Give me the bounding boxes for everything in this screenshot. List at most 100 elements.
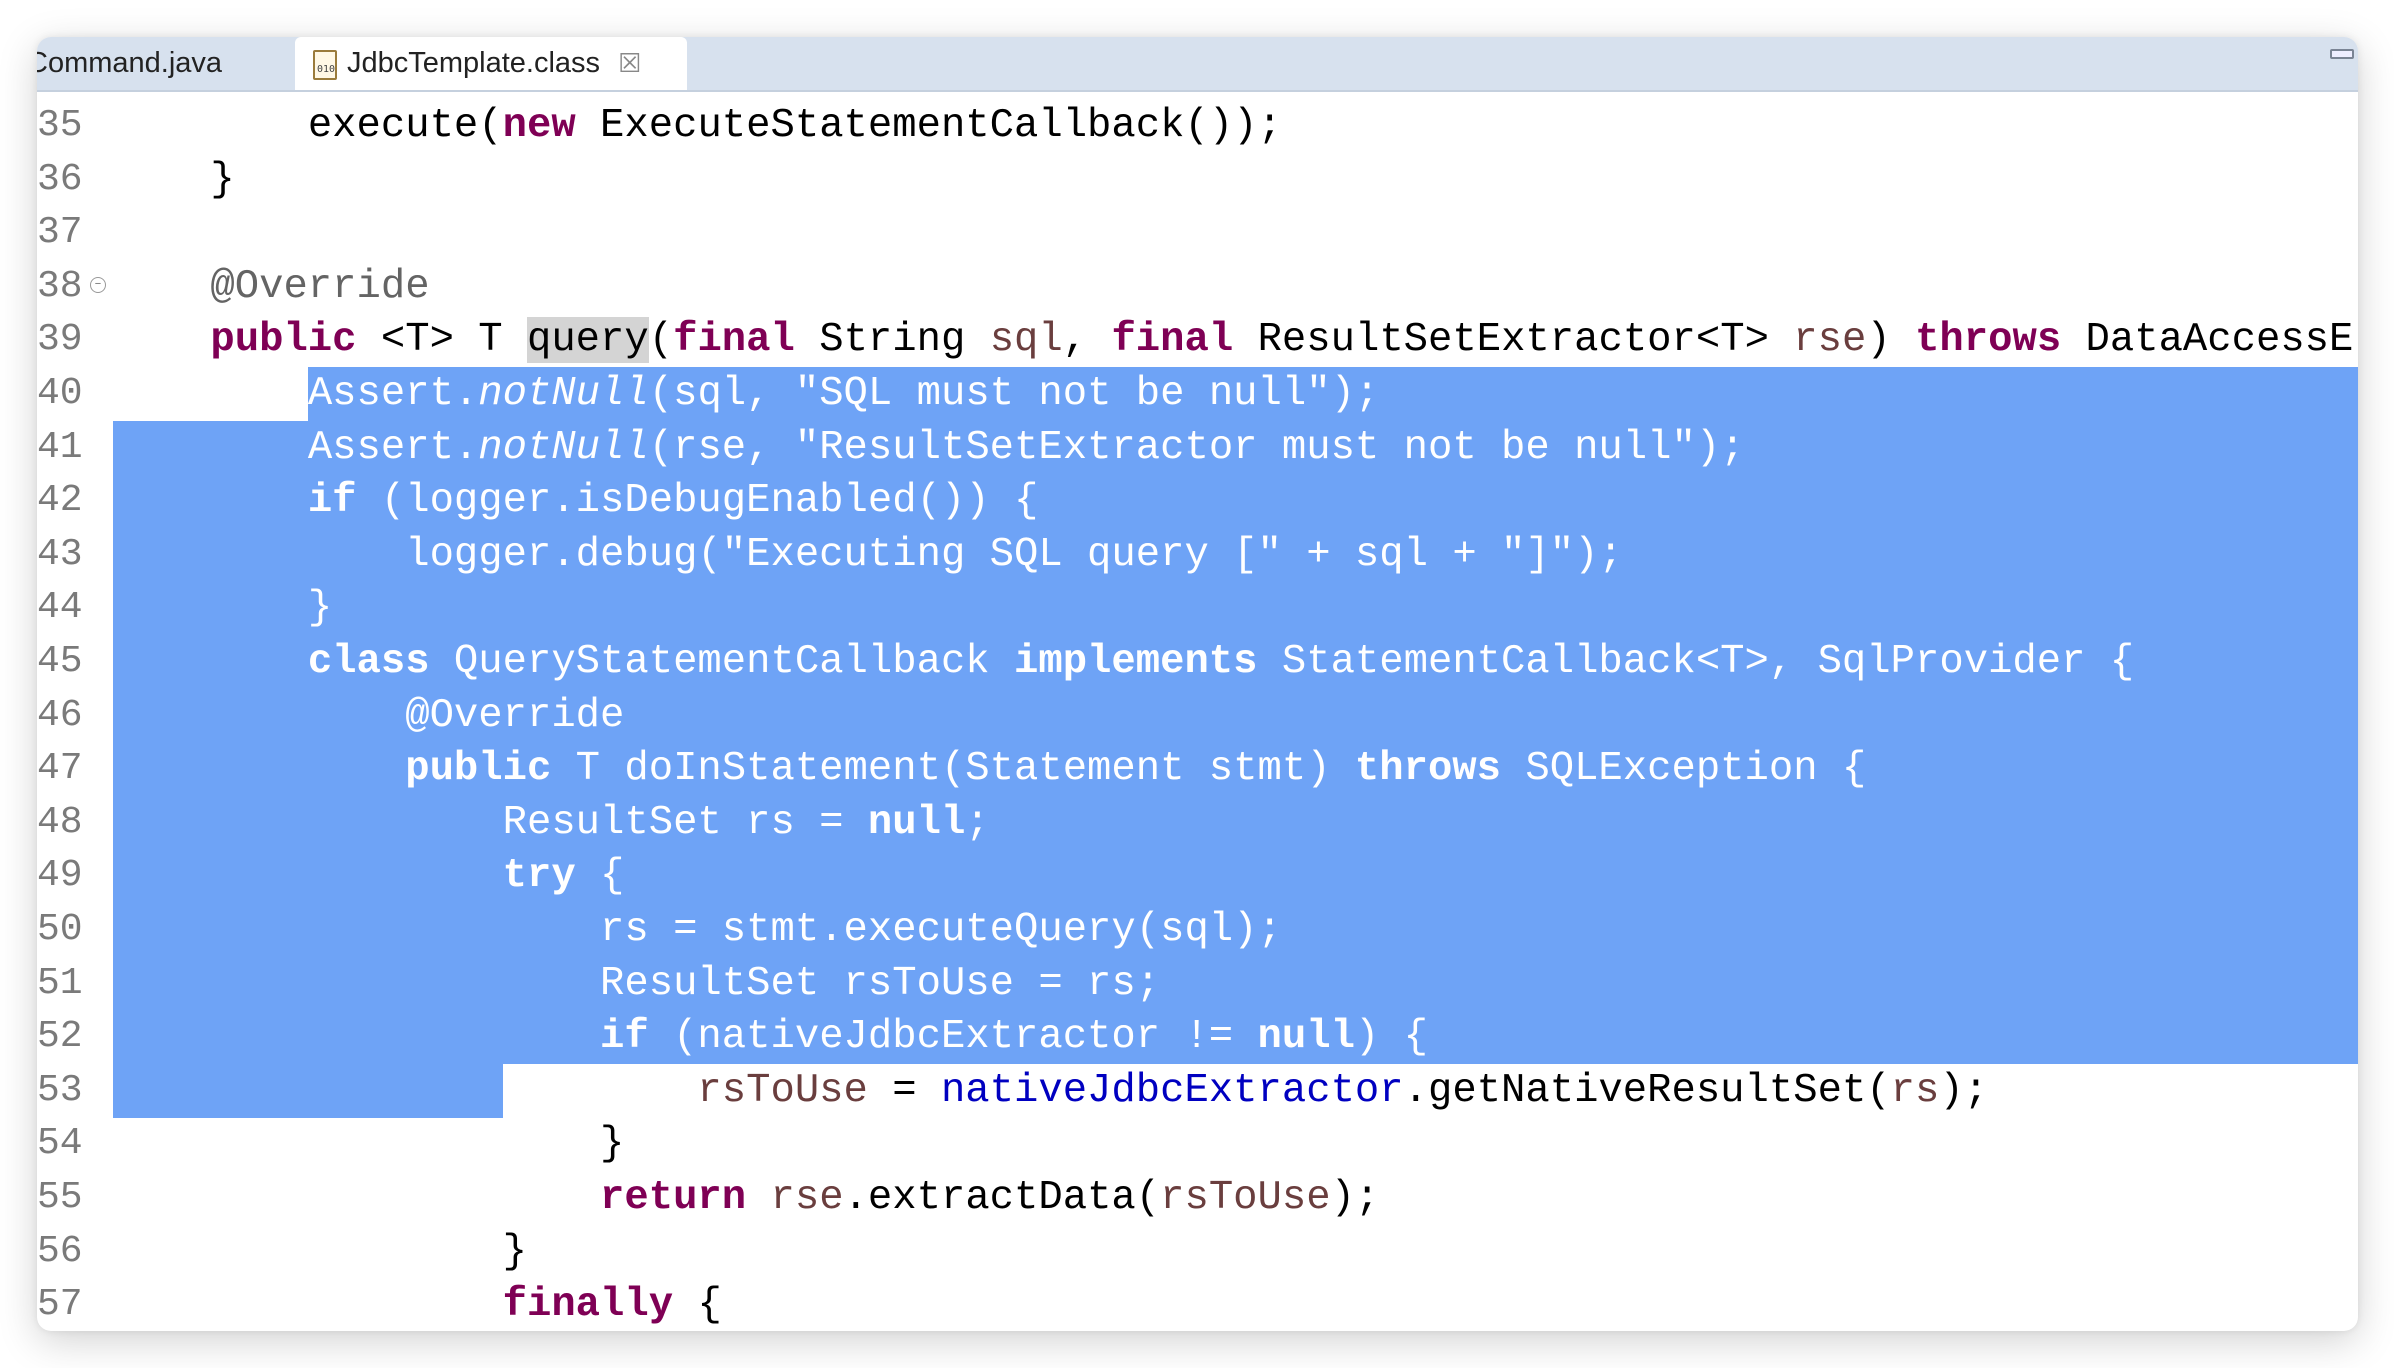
code-line[interactable]: 55 return rse.extractData(rsToUse); (37, 1171, 2358, 1225)
code-text: @Override (113, 689, 624, 743)
code-token: (sql, (648, 371, 795, 417)
code-text: @Override (113, 260, 430, 314)
code-text: logger.debug("Executing SQL query [" + s… (113, 528, 1623, 582)
tab-command-java[interactable]: Command.java (37, 37, 295, 90)
code-line[interactable]: 40 Assert.notNull(sql, "SQL must not be … (37, 367, 2358, 421)
code-token: = (867, 1067, 941, 1114)
code-token: ResultSetExtractor<T> (1233, 317, 1794, 364)
code-line[interactable]: 46 @Override (37, 688, 2358, 743)
code-line[interactable]: 38− @Override (37, 260, 2358, 314)
code-token: logger.debug( (405, 531, 722, 578)
code-token: rse (1793, 317, 1867, 364)
close-icon[interactable]: ☒ (618, 48, 641, 79)
code-line[interactable]: 53 rsToUse = nativeJdbcExtractor.getNati… (37, 1063, 2358, 1118)
code-token: ResultSet rs = (502, 799, 868, 846)
code-line[interactable]: 48 ResultSet rs = null; (37, 795, 2358, 850)
code-line[interactable]: 54 } (37, 1117, 2358, 1171)
code-line[interactable]: 49 try { (37, 849, 2358, 904)
code-token: (rse, (648, 424, 795, 471)
line-number: 47 (37, 747, 83, 791)
code-token: null (867, 799, 966, 846)
editor-tab-bar: Command.java 010 JdbcTemplate.class ☒ (37, 37, 2358, 92)
code-token: } (307, 585, 333, 632)
code-text: ResultSet rs = null; (113, 796, 990, 850)
code-line[interactable]: 37 (37, 206, 2358, 260)
class-file-icon: 010 (309, 48, 339, 80)
tab-jdbctemplate-class[interactable]: 010 JdbcTemplate.class ☒ (295, 37, 687, 90)
line-number: 48 (37, 800, 83, 844)
code-text: if (nativeJdbcExtractor != null) { (113, 1010, 1428, 1064)
code-token: { (673, 1282, 722, 1329)
code-token: + sql + (1281, 531, 1502, 578)
line-number: 55 (37, 1176, 83, 1219)
code-line[interactable]: 56 } (37, 1225, 2358, 1279)
line-number: 42 (37, 479, 83, 523)
line-number: 56 (37, 1229, 83, 1273)
code-line[interactable]: 47 public T doInStatement(Statement stmt… (37, 742, 2358, 797)
code-token: "ResultSetExtractor must not be null" (794, 424, 1696, 471)
code-line[interactable]: 36 } (37, 153, 2358, 207)
code-token: "]" (1501, 531, 1575, 578)
code-token: nativeJdbcExtractor (940, 1067, 1404, 1114)
code-token: Assert. (307, 371, 479, 417)
code-token: String (794, 317, 990, 364)
code-line[interactable]: 41 Assert.notNull(rse, "ResultSetExtract… (37, 420, 2358, 475)
code-text: } (113, 1117, 624, 1171)
line-number: 38 (37, 264, 83, 308)
code-editor[interactable]: 35 execute(new ExecuteStatementCallback(… (37, 92, 2358, 1331)
code-text: rs = stmt.executeQuery(sql); (113, 903, 1282, 957)
code-line[interactable]: 42 if (logger.isDebugEnabled()) { (37, 474, 2358, 529)
code-token: new (502, 103, 576, 149)
code-text: } (113, 153, 234, 207)
fold-collapse-icon[interactable]: − (90, 276, 106, 293)
code-line[interactable]: 43 logger.debug("Executing SQL query [" … (37, 527, 2358, 582)
code-token: ); (1695, 424, 1745, 471)
code-token: null (1257, 1014, 1355, 1061)
code-token: notNull (478, 424, 649, 471)
code-line[interactable]: 51 ResultSet rsToUse = rs; (37, 956, 2358, 1011)
line-number: 44 (37, 586, 83, 630)
code-token: DataAccessE (2061, 317, 2354, 364)
code-token: .extractData( (843, 1175, 1161, 1221)
line-number: 49 (37, 854, 83, 898)
code-token: ); (1330, 1175, 1380, 1221)
code-token: ; (965, 799, 990, 846)
code-token: if (307, 478, 357, 525)
code-token: StatementCallback<T>, SqlProvider { (1257, 639, 2135, 685)
code-text: } (113, 581, 332, 635)
code-token: @Override (405, 692, 625, 739)
code-token: } (600, 1121, 625, 1168)
code-token: Assert. (307, 424, 479, 471)
code-token: execute( (307, 103, 503, 149)
code-token: public (210, 317, 357, 364)
code-token: return (600, 1175, 747, 1221)
code-line[interactable]: 39 public <T> T query(final String sql, … (37, 313, 2358, 367)
line-number: 43 (37, 532, 83, 576)
code-text: try { (113, 849, 625, 903)
code-text: finally { (113, 1278, 722, 1331)
code-text: Assert.notNull(sql, "SQL must not be nul… (113, 367, 1379, 421)
code-token: } (502, 1228, 527, 1275)
code-text: return rse.extractData(rsToUse); (113, 1171, 1379, 1225)
code-text: ResultSet rsToUse = rs; (113, 957, 1160, 1011)
code-line[interactable]: 44 } (37, 581, 2358, 636)
code-token: ) { (1354, 1014, 1428, 1061)
code-token: @Override (210, 263, 430, 310)
code-token: throws (1354, 746, 1502, 793)
code-token: rsToUse (697, 1067, 868, 1114)
code-line[interactable]: 57 finally { (37, 1278, 2358, 1331)
line-number: 41 (37, 425, 83, 469)
code-line[interactable]: 52 if (nativeJdbcExtractor != null) { (37, 1010, 2358, 1065)
code-token: ExecuteStatementCallback()); (575, 103, 1282, 149)
code-line[interactable]: 45 class QueryStatementCallback implemen… (37, 635, 2358, 689)
code-line[interactable]: 50 rs = stmt.executeQuery(sql); (37, 903, 2358, 957)
code-line[interactable]: 35 execute(new ExecuteStatementCallback(… (37, 99, 2358, 153)
tab-label: Command.java (37, 47, 223, 79)
line-number: 50 (37, 908, 83, 951)
minimize-icon[interactable] (2330, 49, 2354, 59)
code-token: ); (1939, 1067, 1989, 1114)
code-token: (nativeJdbcExtractor != (648, 1014, 1258, 1061)
code-token: ResultSet rsToUse = rs; (600, 960, 1161, 1007)
code-token: ); (1330, 371, 1380, 417)
line-number: 39 (37, 318, 83, 362)
